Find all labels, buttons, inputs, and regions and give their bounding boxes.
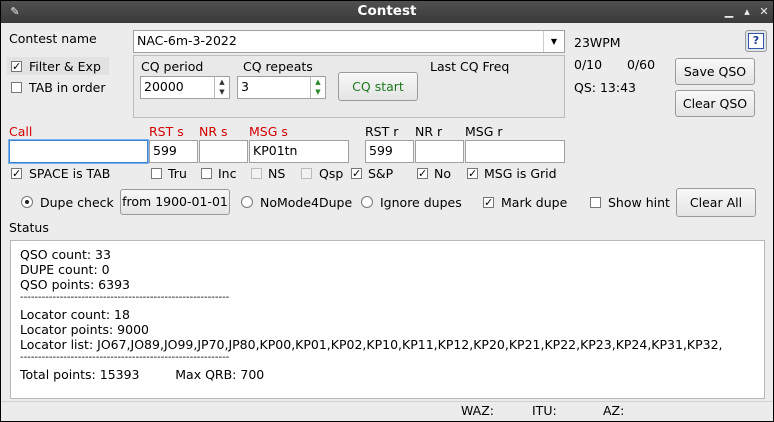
close-icon[interactable]: ✕	[758, 6, 770, 18]
itu-label: ITU:	[532, 403, 557, 418]
contest-name-value: NAC-6m-3-2022	[137, 33, 237, 48]
status-line: Locator count: 18	[20, 307, 130, 322]
status-line: QSO points: 6393	[20, 277, 130, 292]
window-title: Contest	[357, 3, 417, 19]
space-is-tab-label: SPACE is TAB	[29, 166, 111, 181]
qs-readout: QS: 13:43	[574, 80, 636, 95]
ns-checkbox[interactable]	[251, 168, 262, 179]
spin-arrows-icon[interactable]: ▲ ▼	[310, 77, 325, 98]
cq-repeats-value: 3	[241, 79, 249, 94]
qsp-label: Qsp	[319, 166, 344, 181]
ignore-dupes-radio[interactable]	[361, 196, 373, 208]
contest-name-label: Contest name	[9, 31, 97, 46]
ignore-dupes-label: Ignore dupes	[380, 195, 462, 210]
msg-s-label: MSG s	[249, 124, 288, 139]
ns-label: NS	[268, 166, 286, 181]
status-line: Total points: 15393 Max QRB: 700	[20, 367, 265, 382]
az-label: AZ:	[603, 403, 625, 418]
msg-is-grid-checkbox[interactable]: ✓	[467, 168, 478, 179]
status-line: Locator points: 9000	[20, 322, 149, 337]
rst-r-input[interactable]: 599	[365, 140, 414, 163]
cq-period-spinner[interactable]: 20000 ▲ ▼	[140, 76, 230, 99]
count-a-readout: 0/10	[574, 57, 603, 72]
sp-label: S&P	[368, 166, 394, 181]
no-label: No	[434, 166, 451, 181]
tab-in-order-checkbox[interactable]	[11, 82, 22, 93]
tru-label: Tru	[168, 166, 187, 181]
rst-r-label: RST r	[365, 124, 399, 139]
filter-exp-checkbox[interactable]: ✓	[11, 61, 22, 72]
call-label: Call	[9, 124, 33, 139]
mark-dupe-checkbox[interactable]: ✓	[483, 197, 494, 208]
clear-qso-button[interactable]: Clear QSO	[675, 90, 755, 117]
status-line: QSO count: 33	[20, 247, 111, 262]
status-bar	[1, 401, 773, 421]
nr-r-input[interactable]	[415, 140, 464, 163]
nr-s-input[interactable]	[199, 140, 248, 163]
contest-window: ✎ Contest ▁ ▴ ✕ Contest name NAC-6m-3-20…	[0, 0, 774, 422]
minimize-icon[interactable]: ▁	[723, 6, 735, 18]
inc-label: Inc	[218, 166, 237, 181]
status-separator: ----------------------------------------…	[20, 292, 230, 303]
contest-name-select[interactable]: NAC-6m-3-2022 ▼	[133, 30, 565, 53]
show-hint-label: Show hint	[608, 195, 670, 210]
inc-checkbox[interactable]	[201, 168, 212, 179]
filter-exp-label: Filter & Exp	[29, 59, 101, 74]
msg-is-grid-label: MSG is Grid	[484, 166, 557, 181]
sp-checkbox[interactable]: ✓	[351, 168, 362, 179]
status-label: Status	[9, 220, 49, 235]
status-line: DUPE count: 0	[20, 262, 110, 277]
help-icon: ?	[748, 33, 764, 49]
wpm-readout: 23WPM	[574, 35, 621, 50]
nr-r-label: NR r	[415, 124, 443, 139]
show-hint-checkbox[interactable]	[590, 197, 601, 208]
status-separator: ----------------------------------------…	[20, 352, 230, 363]
msg-s-input[interactable]: KP01tn	[249, 140, 349, 163]
count-b-readout: 0/60	[627, 57, 656, 72]
title-bar: ✎ Contest ▁ ▴ ✕	[1, 1, 773, 23]
save-qso-button[interactable]: Save QSO	[675, 58, 755, 85]
dupe-from-date-button[interactable]: from 1900-01-01	[120, 189, 230, 215]
space-is-tab-checkbox[interactable]: ✓	[11, 168, 22, 179]
call-input[interactable]	[9, 140, 148, 163]
nr-s-label: NR s	[199, 124, 228, 139]
cq-repeats-spinner[interactable]: 3 ▲ ▼	[237, 76, 326, 99]
help-button[interactable]: ?	[745, 30, 767, 52]
qsp-checkbox[interactable]	[301, 168, 312, 179]
maximize-icon[interactable]: ▴	[741, 6, 753, 18]
no-checkbox[interactable]: ✓	[417, 168, 428, 179]
msg-r-label: MSG r	[465, 124, 503, 139]
chevron-down-icon[interactable]: ▼	[543, 31, 564, 52]
waz-label: WAZ:	[461, 403, 495, 418]
spin-arrows-icon[interactable]: ▲ ▼	[214, 77, 229, 98]
cq-repeats-label: CQ repeats	[243, 59, 313, 74]
cq-period-label: CQ period	[141, 59, 204, 74]
tab-in-order-label: TAB in order	[29, 80, 106, 95]
cq-period-value: 20000	[144, 79, 184, 94]
cq-start-button[interactable]: CQ start	[338, 72, 418, 101]
msg-r-input[interactable]	[465, 140, 565, 163]
last-cq-freq-label: Last CQ Freq	[430, 59, 510, 74]
clear-all-button[interactable]: Clear All	[676, 188, 756, 217]
nomode4dupe-radio[interactable]	[241, 196, 253, 208]
dupe-check-radio[interactable]	[21, 196, 33, 208]
nomode4dupe-label: NoMode4Dupe	[260, 195, 353, 210]
rst-s-input[interactable]: 599	[149, 140, 198, 163]
rst-s-label: RST s	[149, 124, 184, 139]
mark-dupe-label: Mark dupe	[501, 195, 568, 210]
status-text-area[interactable]: QSO count: 33 DUPE count: 0 QSO points: …	[10, 240, 765, 399]
tru-checkbox[interactable]	[151, 168, 162, 179]
status-line: Locator list: JO67,JO89,JO99,JP70,JP80,K…	[20, 337, 723, 352]
dupe-check-label: Dupe check	[40, 195, 114, 210]
